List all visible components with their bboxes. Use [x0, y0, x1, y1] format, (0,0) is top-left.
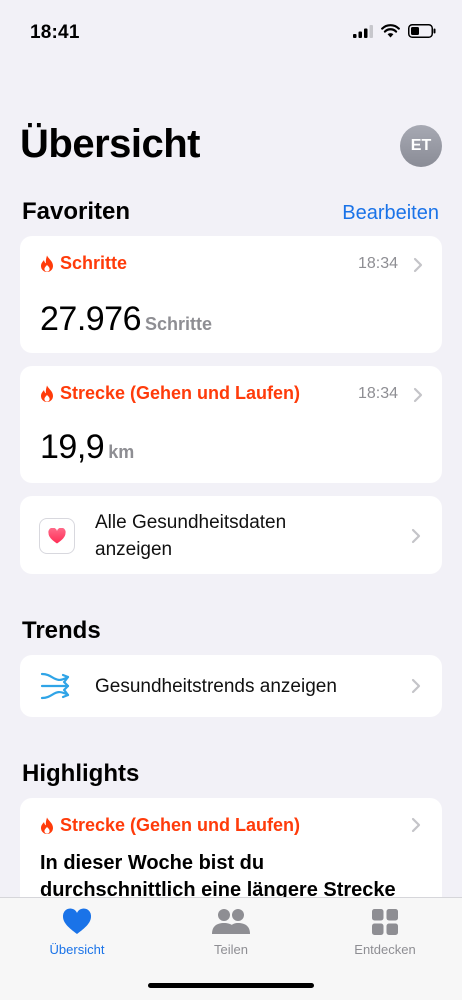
- battery-icon: [408, 24, 436, 38]
- tab-share[interactable]: Teilen: [154, 898, 308, 973]
- highlights-title: Highlights: [22, 760, 140, 787]
- signal-icon: [353, 24, 373, 38]
- highlight-header: Strecke (Gehen und Laufen): [40, 815, 300, 836]
- highlight-label: Strecke (Gehen und Laufen): [60, 815, 301, 835]
- distance-value: 19,9: [40, 428, 105, 466]
- tab-label: Entdecken: [354, 942, 416, 957]
- distance-value-row: 19,9 km: [40, 428, 134, 467]
- steps-time: 18:34: [358, 255, 399, 272]
- chevron-right-icon: [411, 817, 421, 833]
- distance-unit: km: [108, 442, 135, 462]
- page-title: Übersicht: [20, 122, 201, 166]
- status-time: 18:41: [30, 22, 80, 43]
- steps-value-row: 27.976 Schritte: [40, 300, 212, 339]
- chevron-right-icon: [413, 257, 423, 273]
- flame-icon: [41, 255, 53, 272]
- health-app-icon: [39, 518, 75, 554]
- chevron-right-icon: [411, 528, 421, 544]
- steps-value: 27.976: [40, 300, 142, 338]
- wifi-icon: [381, 24, 400, 38]
- tab-label: Teilen: [214, 942, 248, 957]
- flame-icon: [41, 385, 53, 402]
- grid-icon: [372, 909, 398, 935]
- distance-header: Strecke (Gehen und Laufen): [40, 383, 300, 404]
- all-health-data-row[interactable]: Alle Gesundheitsdaten anzeigen: [20, 496, 442, 574]
- home-indicator[interactable]: [148, 983, 314, 988]
- steps-unit: Schritte: [145, 314, 213, 334]
- chevron-right-icon: [411, 678, 421, 694]
- heart-icon: [48, 528, 66, 544]
- heart-icon: [62, 908, 92, 934]
- status-icons: [353, 24, 436, 38]
- distance-label: Strecke (Gehen und Laufen): [60, 383, 301, 403]
- trends-icon: [40, 672, 70, 700]
- steps-label: Schritte: [60, 253, 128, 273]
- highlight-text: In dieser Woche bist du durchschnittlich…: [40, 852, 396, 901]
- favorites-title: Favoriten: [22, 198, 131, 225]
- avatar[interactable]: ET: [400, 125, 442, 167]
- tab-discover[interactable]: Entdecken: [308, 898, 462, 973]
- edit-button[interactable]: Bearbeiten: [342, 202, 439, 225]
- distance-time: 18:34: [358, 385, 399, 402]
- all-health-data-label: Alle Gesundheitsdaten anzeigen: [95, 512, 287, 560]
- trends-title: Trends: [22, 617, 101, 644]
- chevron-right-icon: [413, 387, 423, 403]
- steps-card[interactable]: Schritte 18:34 27.976 Schritte: [20, 236, 442, 353]
- tab-overview[interactable]: Übersicht: [0, 898, 154, 973]
- status-bar: 18:41: [0, 0, 462, 60]
- flame-icon: [41, 817, 53, 834]
- distance-card[interactable]: Strecke (Gehen und Laufen) 18:34 19,9 km: [20, 366, 442, 483]
- steps-header: Schritte: [40, 253, 127, 274]
- health-trends-label: Gesundheitstrends anzeigen: [95, 676, 337, 697]
- people-icon: [212, 909, 250, 934]
- health-trends-row[interactable]: Gesundheitstrends anzeigen: [20, 655, 442, 717]
- tab-label: Übersicht: [49, 942, 105, 957]
